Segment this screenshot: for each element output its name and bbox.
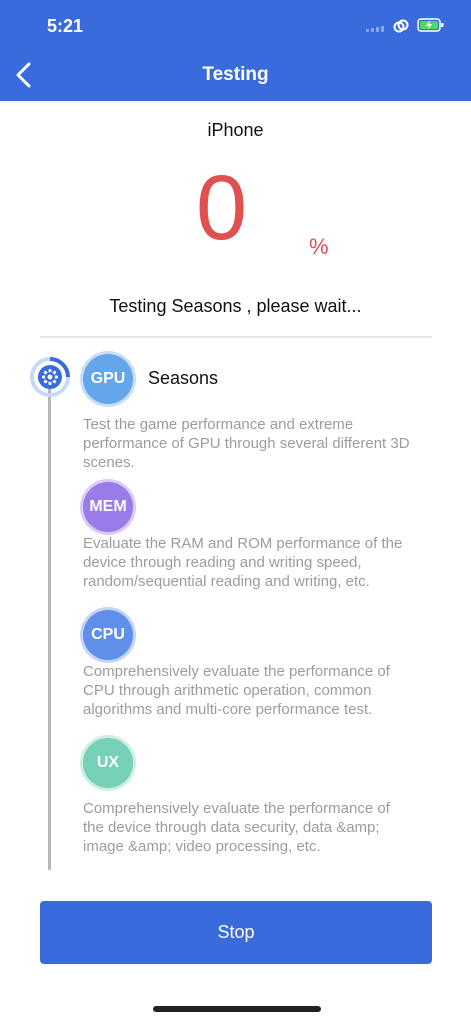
device-name: iPhone <box>207 120 264 140</box>
testing-status: Testing Seasons , please wait... <box>109 296 362 316</box>
link-icon <box>393 19 409 33</box>
status-time: 5:21 <box>47 16 84 36</box>
timeline-line <box>48 380 51 870</box>
signal-icon <box>366 26 386 32</box>
stop-button[interactable]: Stop <box>40 901 432 964</box>
progress-unit: % <box>309 234 329 259</box>
home-indicator[interactable] <box>153 1006 321 1012</box>
ux-badge: UX <box>83 738 133 788</box>
test-desc-ux: Comprehensively evaluate the performance… <box>83 800 390 855</box>
top-bar: 5:21 Testing <box>0 0 471 101</box>
progress-value: 0 <box>196 157 248 259</box>
divider <box>40 336 432 338</box>
gear-icon <box>30 357 70 397</box>
cpu-badge: CPU <box>83 610 133 660</box>
mem-badge: MEM <box>83 482 133 532</box>
test-desc-mem: Evaluate the RAM and ROM performance of … <box>83 535 403 590</box>
gpu-badge: GPU <box>83 354 133 404</box>
battery-charging-icon <box>417 18 444 32</box>
test-title-gpu: Seasons <box>148 368 219 388</box>
page-title: Testing <box>202 64 269 85</box>
test-desc-gpu: Test the game performance and extreme pe… <box>83 416 410 471</box>
test-desc-cpu: Comprehensively evaluate the performance… <box>83 663 390 718</box>
